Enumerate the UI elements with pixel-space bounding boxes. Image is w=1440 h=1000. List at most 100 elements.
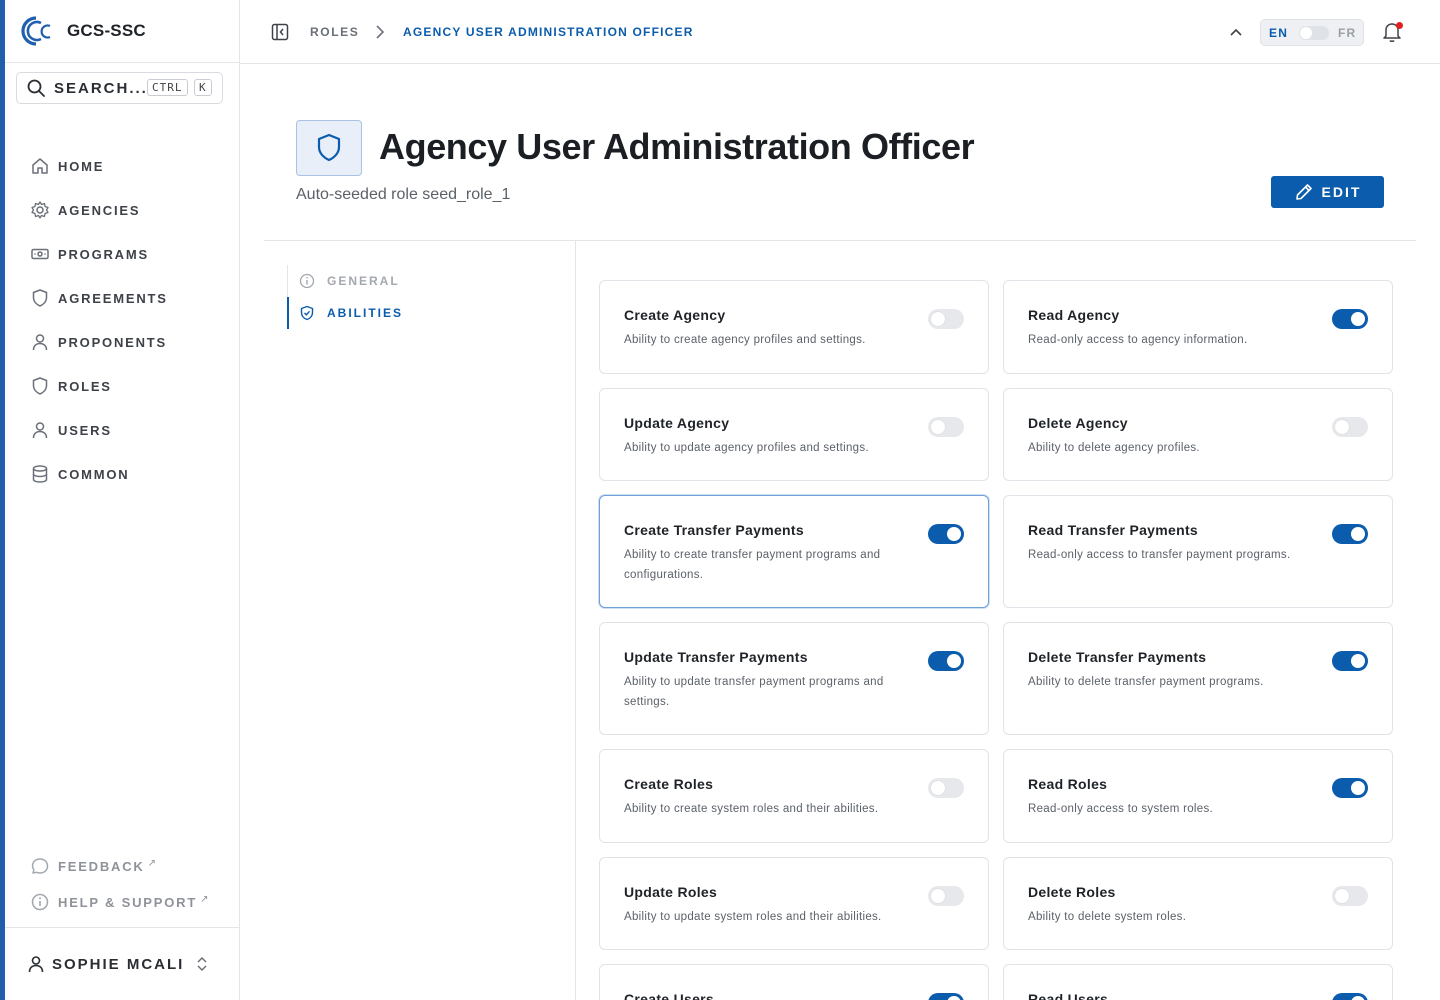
role-icon: [296, 120, 362, 176]
sidebar-footer-links: FEEDBACK ↗ HELP & SUPPORT ↗: [30, 848, 208, 920]
sidebar-item-proponents[interactable]: PROPONENTS: [30, 320, 168, 364]
shield-icon: [32, 289, 48, 307]
section-tab-abilities[interactable]: ABILITIES: [286, 297, 403, 329]
toggle-knob: [1351, 781, 1365, 795]
ability-title: Create Transfer Payments: [624, 522, 804, 538]
chevrons-up-down-icon: [197, 956, 207, 972]
banknote-icon: [31, 248, 49, 260]
ability-toggle[interactable]: [1332, 417, 1368, 437]
ability-toggle[interactable]: [1332, 309, 1368, 329]
ability-toggle[interactable]: [1332, 778, 1368, 798]
sidebar-toggle-icon[interactable]: [270, 22, 290, 42]
ability-title: Update Roles: [624, 884, 718, 900]
section-tab-general[interactable]: GENERAL: [288, 265, 403, 297]
ability-title: Delete Roles: [1028, 884, 1116, 900]
search-icon: [27, 79, 45, 97]
section-nav: GENERAL ABILITIES: [286, 265, 403, 329]
sidebar-item-agreements[interactable]: AGREEMENTS: [30, 276, 168, 320]
app-name: GCS-SSC: [67, 21, 146, 40]
ability-description: Ability to create agency profiles and se…: [624, 334, 866, 346]
sidebar-item-label: COMMON: [58, 466, 130, 482]
external-link-icon: ↗: [200, 893, 209, 905]
sidebar-nav: HOME AGENCIES PROGRAMS AGREEMENTS PROPON…: [30, 144, 168, 496]
ability-toggle[interactable]: [928, 778, 964, 798]
ability-description: Read-only access to agency information.: [1028, 334, 1248, 346]
toggle-knob: [1351, 996, 1365, 1000]
toggle-knob: [931, 312, 945, 326]
user-menu[interactable]: SOPHIE MCALISTER: [5, 927, 239, 1000]
sidebar-item-label: AGREEMENTS: [58, 290, 168, 306]
sidebar-item-common[interactable]: COMMON: [30, 452, 168, 496]
ability-toggle[interactable]: [928, 651, 964, 671]
toggle-knob: [931, 781, 945, 795]
ability-title: Delete Transfer Payments: [1028, 649, 1207, 665]
ability-description: Ability to update transfer payment progr…: [624, 676, 884, 708]
ability-toggle[interactable]: [1332, 886, 1368, 906]
chat-icon: [31, 858, 49, 874]
language-en[interactable]: EN: [1269, 26, 1288, 40]
top-bar: ROLES AGENCY USER ADMINISTRATION OFFICER…: [240, 0, 1440, 64]
sidebar-item-label: HOME: [58, 158, 105, 174]
notifications-button[interactable]: [1381, 20, 1403, 49]
ability-toggle[interactable]: [928, 993, 964, 1000]
ability-card: Create Transfer Payments Ability to crea…: [599, 495, 989, 608]
ability-title: Create Agency: [624, 307, 726, 323]
language-switch[interactable]: [1299, 26, 1329, 40]
home-icon: [32, 158, 48, 174]
ability-card: Read Agency Read-only access to agency i…: [1003, 280, 1393, 374]
language-switch-knob: [1300, 27, 1312, 39]
ability-description: Ability to delete agency profiles.: [1028, 442, 1200, 454]
info-icon: [31, 893, 49, 911]
sidebar-item-programs[interactable]: PROGRAMS: [30, 232, 168, 276]
ability-title: Create Users: [624, 991, 714, 1000]
chevron-right-icon: [376, 25, 385, 39]
shortcut-ctrl-key: CTRL: [147, 79, 188, 96]
user-name: SOPHIE MCALISTER: [52, 955, 182, 973]
info-icon: [299, 273, 315, 289]
ability-card: Read Roles Read-only access to system ro…: [1003, 749, 1393, 843]
ability-toggle[interactable]: [928, 524, 964, 544]
ability-title: Update Agency: [624, 415, 730, 431]
sidebar-item-roles[interactable]: ROLES: [30, 364, 168, 408]
user-icon: [28, 956, 44, 973]
sidebar: GCS-SSC SEARCH... CTRL K HOME AGENCIES P…: [5, 0, 240, 1000]
language-fr[interactable]: FR: [1338, 26, 1356, 40]
brand[interactable]: GCS-SSC: [5, 0, 239, 63]
ability-toggle[interactable]: [928, 886, 964, 906]
search-label: SEARCH...: [54, 79, 148, 97]
ability-card: Create Users: [599, 964, 989, 1000]
search-button[interactable]: SEARCH... CTRL K: [16, 72, 223, 104]
toggle-knob: [947, 527, 961, 541]
ability-toggle[interactable]: [1332, 651, 1368, 671]
sidebar-item-users[interactable]: USERS: [30, 408, 168, 452]
sidebar-item-home[interactable]: HOME: [30, 144, 168, 188]
ability-toggle[interactable]: [1332, 993, 1368, 1000]
feedback-link[interactable]: FEEDBACK ↗: [30, 848, 208, 884]
toggle-knob: [947, 654, 961, 668]
gear-icon: [31, 201, 49, 219]
user-icon: [32, 422, 48, 439]
ability-title: Read Transfer Payments: [1028, 522, 1199, 538]
toggle-knob: [931, 420, 945, 434]
chevron-up-icon[interactable]: [1228, 23, 1244, 41]
sidebar-item-agencies[interactable]: AGENCIES: [30, 188, 168, 232]
toggle-knob: [947, 996, 961, 1000]
ability-description: Ability to delete system roles.: [1028, 911, 1187, 923]
shield-check-icon: [300, 305, 314, 321]
pencil-icon: [1295, 184, 1312, 200]
ability-toggle[interactable]: [928, 417, 964, 437]
ability-description: Ability to create transfer payment progr…: [624, 549, 881, 581]
section-tab-label: GENERAL: [327, 274, 400, 288]
toggle-knob: [1335, 889, 1349, 903]
ability-description: Ability to update system roles and their…: [624, 911, 882, 923]
ability-description: Ability to create system roles and their…: [624, 803, 879, 815]
help-support-link[interactable]: HELP & SUPPORT ↗: [30, 884, 208, 920]
shortcut-k-key: K: [194, 79, 212, 96]
ability-card: Read Transfer Payments Read-only access …: [1003, 495, 1393, 608]
external-link-icon: ↗: [147, 857, 157, 869]
ability-toggle[interactable]: [928, 309, 964, 329]
ability-toggle[interactable]: [1332, 524, 1368, 544]
breadcrumb-roles[interactable]: ROLES: [310, 25, 359, 39]
language-toggle[interactable]: EN FR: [1260, 19, 1364, 46]
edit-button[interactable]: EDIT: [1271, 176, 1384, 208]
